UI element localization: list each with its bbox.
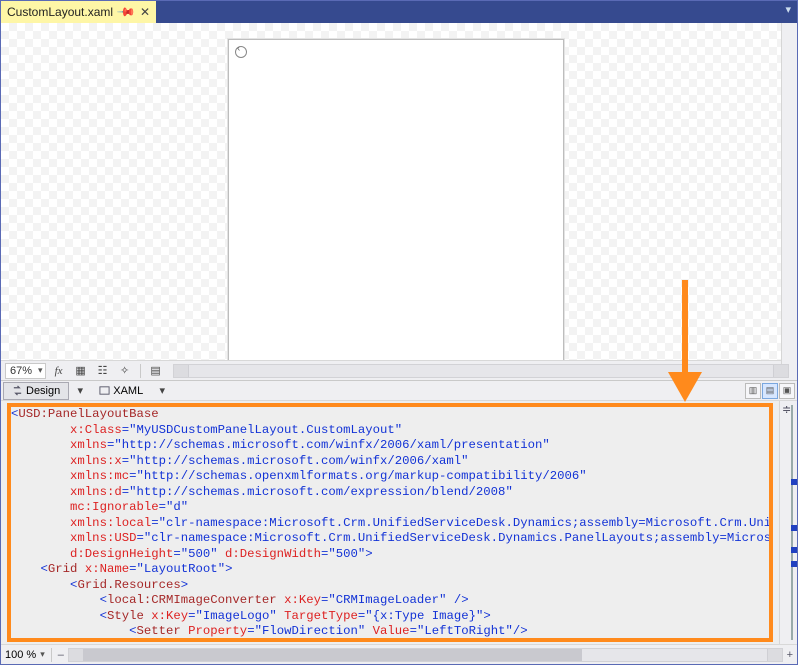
snap-toggle-icon[interactable]: ✧ — [116, 363, 134, 379]
file-tab-label: CustomLayout.xaml — [7, 5, 113, 19]
split-handle-icon[interactable]: ≑ — [782, 403, 791, 416]
scroll-mark — [791, 547, 797, 553]
designer-horizontal-scrollbar[interactable] — [173, 364, 789, 378]
tab-overflow-chevron-icon[interactable]: ▾ — [779, 1, 797, 23]
chevron-down-icon: ▾ — [32, 365, 43, 376]
design-canvas-area[interactable] — [1, 23, 781, 360]
status-minus-icon[interactable]: – — [58, 649, 64, 661]
expand-design-icon[interactable]: ▾ — [71, 383, 89, 399]
split-horizontal-icon[interactable]: ▤ — [762, 383, 778, 399]
layout-options-icon[interactable]: ▤ — [147, 363, 165, 379]
code-vertical-scrollbar[interactable]: ≑ — [779, 401, 797, 644]
scroll-mark — [791, 525, 797, 531]
code-lines[interactable]: <USD:PanelLayoutBase x:Class="MyUSDCusto… — [11, 407, 769, 640]
scroll-mark — [791, 479, 797, 485]
design-canvas[interactable] — [228, 39, 564, 360]
code-editor[interactable]: <USD:PanelLayoutBase x:Class="MyUSDCusto… — [1, 401, 797, 644]
fx-effects-icon[interactable]: fx — [50, 363, 68, 379]
status-zoom-label: 100 % — [5, 649, 36, 661]
status-plus-icon[interactable]: + — [787, 649, 793, 661]
close-icon[interactable]: ✕ — [140, 5, 150, 19]
designer-vertical-scrollbar[interactable] — [781, 23, 797, 364]
tab-xaml-label: XAML — [113, 385, 143, 397]
document-tab-strip: CustomLayout.xaml 📌 ✕ ▾ — [1, 1, 797, 23]
grid-snap-icon[interactable]: ▦ — [72, 363, 90, 379]
tab-xaml[interactable]: XAML — [91, 382, 151, 400]
xaml-icon — [99, 385, 110, 396]
designer-zoom-select[interactable]: 67% ▾ — [5, 363, 46, 379]
split-orientation-buttons: ▥ ▤ ▣ — [745, 383, 795, 399]
xaml-code-pane: <USD:PanelLayoutBase x:Class="MyUSDCusto… — [1, 401, 797, 644]
file-tab-customlayout[interactable]: CustomLayout.xaml 📌 ✕ — [1, 1, 156, 23]
split-collapse-icon[interactable]: ▣ — [779, 383, 795, 399]
pin-icon[interactable]: 📌 — [116, 2, 136, 22]
designer-toolbar: 67% ▾ fx ▦ ☷ ✧ ▤ — [1, 360, 797, 380]
designer-pane: 67% ▾ fx ▦ ☷ ✧ ▤ — [1, 23, 797, 381]
chevron-down-icon[interactable]: ▾ — [40, 649, 45, 660]
scroll-mark — [791, 561, 797, 567]
split-view-tabs: Design ▾ XAML ▾ ▥ ▤ ▣ — [1, 381, 797, 401]
tab-design[interactable]: Design — [3, 382, 69, 400]
swap-icon — [12, 385, 23, 396]
tab-design-label: Design — [26, 385, 60, 397]
status-horizontal-scrollbar[interactable] — [68, 648, 783, 662]
split-vertical-icon[interactable]: ▥ — [745, 383, 761, 399]
designer-zoom-value: 67% — [10, 365, 32, 377]
expand-xaml-icon[interactable]: ▾ — [153, 383, 171, 399]
status-bar: 100 % ▾ – + — [1, 644, 797, 664]
snap-lines-icon[interactable]: ☷ — [94, 363, 112, 379]
